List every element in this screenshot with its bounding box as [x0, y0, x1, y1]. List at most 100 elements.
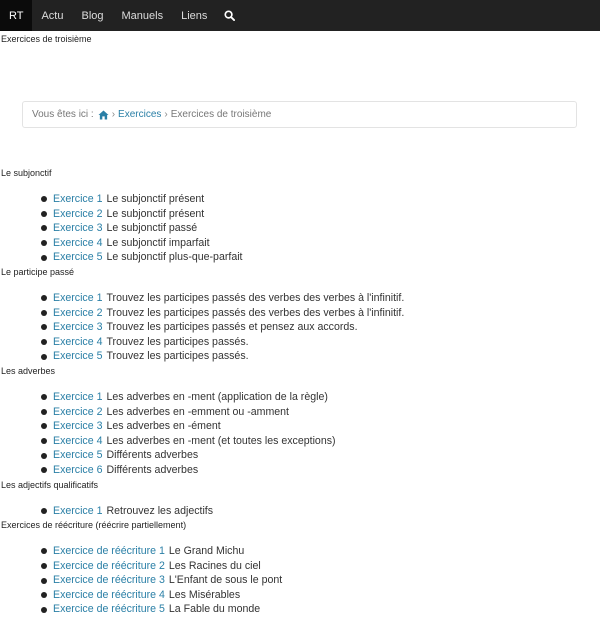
breadcrumb: Vous êtes ici : › Exercices › Exercices …	[22, 101, 577, 128]
bullet-icon	[41, 467, 47, 474]
exercise-description: Les adverbes en -ément	[106, 420, 221, 433]
list-item: Exercice 1 Le subjonctif présent	[41, 192, 600, 207]
bullet-icon	[41, 339, 47, 346]
nav-item-rt[interactable]: RT	[0, 0, 33, 31]
exercise-description: Retrouvez les adjectifs	[106, 504, 214, 517]
exercise-link[interactable]: Exercice de réécriture 4	[53, 588, 165, 603]
bullet-icon	[41, 408, 47, 415]
exercise-link[interactable]: Exercice 5	[53, 250, 102, 265]
section-title: Le subjonctif	[1, 168, 52, 178]
breadcrumb-prefix: Vous êtes ici :	[32, 109, 94, 120]
top-navbar: RT Actu Blog Manuels Liens	[0, 0, 600, 31]
exercise-list: Exercice 1 Trouvez les participes passés …	[0, 291, 600, 364]
exercise-description: Les adverbes en -ment (et toutes les exc…	[106, 434, 336, 447]
exercise-description: Le Grand Michu	[168, 545, 245, 558]
home-link[interactable]	[98, 109, 109, 120]
exercise-description: Trouvez les participes passés.	[106, 335, 249, 348]
list-item: Exercice 4 Trouvez les participes passés.	[41, 335, 600, 350]
search-icon	[224, 10, 236, 21]
bullet-icon	[41, 210, 47, 217]
list-item: Exercice de réécriture 3 L'Enfant de sous…	[41, 573, 600, 588]
bullet-icon	[41, 353, 47, 360]
bullet-icon	[41, 577, 47, 584]
bullet-icon	[41, 225, 47, 232]
exercise-link[interactable]: Exercice 1	[53, 291, 102, 306]
list-item: Exercice de réécriture 2 Les Racines du c…	[41, 559, 600, 574]
exercise-link[interactable]: Exercice 4	[53, 236, 102, 251]
bullet-icon	[41, 309, 47, 316]
bullet-icon	[41, 592, 47, 599]
exercise-link[interactable]: Exercice 3	[53, 221, 102, 236]
exercise-link[interactable]: Exercice 2	[53, 207, 102, 222]
page-title: Exercices de troisième	[1, 34, 92, 44]
nav-item-actu[interactable]: Actu	[32, 0, 72, 31]
list-item: Exercice 2 Trouvez les participes passés …	[41, 306, 600, 321]
bullet-icon	[41, 196, 47, 203]
exercise-link[interactable]: Exercice de réécriture 5	[53, 602, 165, 617]
main-content: Le subjonctif Exercice 1 Le subjonctif pré…	[0, 166, 600, 617]
list-item: Exercice 3 Les adverbes en -ément	[41, 419, 600, 434]
list-item: Exercice de réécriture 5 La Fable du mond…	[41, 602, 600, 617]
exercise-list: Exercice 1 Le subjonctif présent Exercice …	[0, 192, 600, 265]
bullet-icon	[41, 548, 47, 555]
list-item: Exercice 1 Retrouvez les adjectifs	[41, 504, 600, 519]
exercise-description: Différents adverbes	[106, 463, 199, 476]
exercise-link[interactable]: Exercice 4	[53, 434, 102, 449]
breadcrumb-link-exercices[interactable]: Exercices	[118, 109, 161, 120]
nav-item-liens[interactable]: Liens	[172, 0, 216, 31]
exercise-link[interactable]: Exercice 1	[53, 192, 102, 207]
exercise-description: Trouvez les participes passés des verbes…	[106, 291, 405, 304]
exercise-description: Le subjonctif présent	[106, 193, 205, 205]
exercise-link[interactable]: Exercice 3	[53, 320, 102, 335]
bullet-icon	[41, 606, 47, 613]
exercise-description: L'Enfant de sous le pont	[168, 574, 283, 587]
chevron-right-icon: ›	[111, 109, 116, 120]
bullet-icon	[41, 295, 47, 302]
section-title: Les adverbes	[1, 365, 56, 376]
bullet-icon	[41, 254, 47, 261]
list-item: Exercice 1 Trouvez les participes passés …	[41, 291, 600, 306]
exercise-link[interactable]: Exercice 1	[53, 504, 102, 519]
bullet-icon	[41, 562, 47, 569]
search-button[interactable]	[216, 0, 243, 31]
exercise-list: Exercice de réécriture 1 Le Grand Michu Ex…	[0, 544, 600, 617]
exercise-description: Les adverbes en -emment ou -amment	[106, 405, 290, 418]
list-item: Exercice de réécriture 1 Le Grand Michu	[41, 544, 600, 559]
list-item: Exercice 4 Les adverbes en -ment (et tout…	[41, 434, 600, 449]
exercise-link[interactable]: Exercice de réécriture 2	[53, 559, 165, 574]
bullet-icon	[41, 423, 47, 430]
breadcrumb-current: Exercices de troisième	[170, 109, 272, 120]
section-title: Le participe passé	[1, 266, 75, 277]
exercise-link[interactable]: Exercice 5	[53, 448, 102, 463]
bullet-icon	[41, 452, 47, 459]
exercise-description: Le subjonctif présent	[106, 207, 205, 220]
exercise-description: Trouvez les participes passés et pensez …	[106, 321, 358, 334]
list-item: Exercice 5 Trouvez les participes passés.	[41, 349, 600, 364]
exercise-link[interactable]: Exercice 4	[53, 335, 102, 350]
list-item: Exercice 1 Les adverbes en -ment (applica…	[41, 390, 600, 405]
section-title: Exercices de réécriture (réécrire partie…	[1, 520, 187, 531]
exercise-link[interactable]: Exercice 1	[53, 390, 102, 405]
exercise-description: Les adverbes en -ment (application de la…	[106, 390, 328, 403]
exercise-description: Les Racines du ciel	[168, 559, 261, 572]
exercise-link[interactable]: Exercice 6	[53, 463, 102, 478]
list-item: Exercice 3 Trouvez les participes passés …	[41, 320, 600, 335]
exercise-description: La Fable du monde	[168, 603, 261, 616]
nav-item-manuels[interactable]: Manuels	[113, 0, 173, 31]
exercise-link[interactable]: Exercice 2	[53, 306, 102, 321]
bullet-icon	[41, 438, 47, 445]
exercise-list: Exercice 1 Les adverbes en -ment (applica…	[0, 390, 600, 478]
exercise-link[interactable]: Exercice de réécriture 3	[53, 573, 165, 588]
bullet-icon	[41, 507, 47, 514]
exercise-link[interactable]: Exercice 5	[53, 349, 102, 364]
exercise-description: Trouvez les participes passés.	[106, 350, 249, 363]
exercise-description: Le subjonctif plus-que-parfait	[106, 251, 243, 264]
exercise-link[interactable]: Exercice de réécriture 1	[53, 544, 165, 559]
nav-item-blog[interactable]: Blog	[72, 0, 112, 31]
exercise-link[interactable]: Exercice 3	[53, 419, 102, 434]
exercise-description: Trouvez les participes passés des verbes…	[106, 306, 405, 319]
exercise-list: Exercice 1 Retrouvez les adjectifs	[0, 504, 600, 519]
exercise-description: Les Misérables	[168, 588, 241, 601]
exercise-link[interactable]: Exercice 2	[53, 405, 102, 420]
list-item: Exercice 3 Le subjonctif passé	[41, 221, 600, 236]
